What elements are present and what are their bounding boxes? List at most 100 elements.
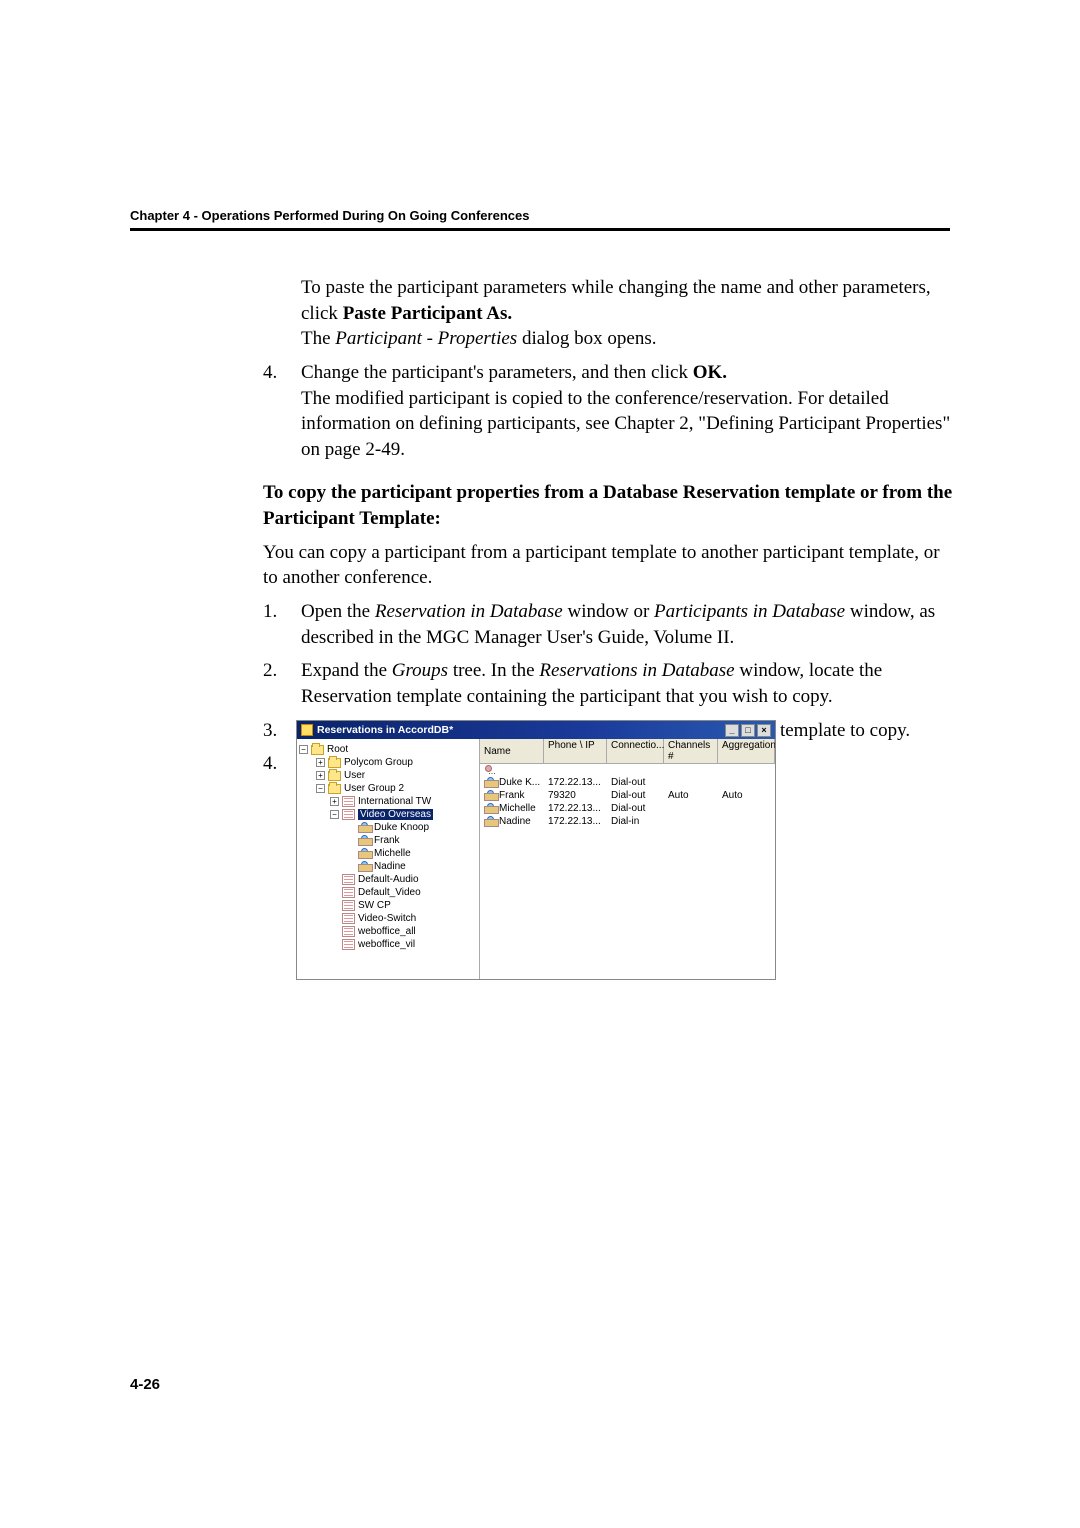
close-button[interactable]: × bbox=[757, 724, 771, 737]
i: Reservations in Database bbox=[539, 660, 734, 681]
col-header-phone[interactable]: Phone \ IP bbox=[544, 739, 607, 763]
cell-phone: 79320 bbox=[544, 790, 607, 801]
tree-user2[interactable]: User Group 2 bbox=[344, 783, 404, 794]
collapse-icon[interactable]: − bbox=[330, 810, 339, 819]
tree-video-switch[interactable]: Video-Switch bbox=[358, 913, 416, 924]
minimize-button[interactable]: _ bbox=[725, 724, 739, 737]
dialog-line-a: The bbox=[301, 328, 335, 349]
cell-phone: 172.22.13... bbox=[544, 816, 607, 827]
expand-icon[interactable]: + bbox=[316, 771, 325, 780]
step-body: Expand the Groups tree. In the Reservati… bbox=[301, 658, 953, 709]
t: window or bbox=[563, 601, 654, 622]
step-num: 1. bbox=[263, 599, 301, 650]
cell-chan: Auto bbox=[664, 790, 718, 801]
step-num: 2. bbox=[263, 658, 301, 709]
table-body: Duke K... 172.22.13... Dial-out Frank 79… bbox=[480, 764, 775, 979]
cell-name: Michelle bbox=[499, 803, 536, 814]
table-header: Name Phone \ IP Connectio... Channels # … bbox=[480, 739, 775, 764]
paste-intro: To paste the participant parameters whil… bbox=[263, 275, 953, 352]
app-body: − Root + Polycom Group + User − User Group 2… bbox=[297, 739, 775, 979]
step4-1: Change the participant's parameters, and… bbox=[301, 362, 693, 383]
col-header-aggregation[interactable]: Aggregation bbox=[718, 739, 775, 763]
dialog-name-italic: Participant - Properties bbox=[335, 328, 517, 349]
cell-name: Nadine bbox=[499, 816, 531, 827]
tree-nadine[interactable]: Nadine bbox=[374, 861, 406, 872]
step-body: Open the Reservation in Database window … bbox=[301, 599, 953, 650]
col-header-channels[interactable]: Channels # bbox=[664, 739, 718, 763]
step-body: Change the participant's parameters, and… bbox=[301, 360, 953, 463]
tree-duke[interactable]: Duke Knoop bbox=[374, 822, 429, 833]
col-header-name[interactable]: Name bbox=[480, 739, 544, 763]
table-pane: Name Phone \ IP Connectio... Channels # … bbox=[480, 739, 775, 979]
person-icon bbox=[358, 848, 371, 859]
tree-frank[interactable]: Frank bbox=[374, 835, 400, 846]
step4-2: The modified participant is copied to th… bbox=[301, 388, 950, 460]
window-controls: _ □ × bbox=[725, 724, 771, 737]
sub-intro: You can copy a participant from a partic… bbox=[263, 540, 953, 591]
tree-intl[interactable]: International TW bbox=[358, 796, 431, 807]
cell-phone: 172.22.13... bbox=[544, 803, 607, 814]
tree-root[interactable]: Root bbox=[327, 744, 348, 755]
table-row[interactable]: Nadine 172.22.13... Dial-in bbox=[480, 815, 775, 828]
table-row[interactable]: Frank 79320 Dial-out Auto Auto bbox=[480, 789, 775, 802]
paste-as-bold: Paste Participant As. bbox=[343, 303, 512, 324]
tree-polycom[interactable]: Polycom Group bbox=[344, 757, 413, 768]
tree-swcp[interactable]: SW CP bbox=[358, 900, 391, 911]
ok-bold: OK. bbox=[693, 362, 727, 383]
cell-name: Duke K... bbox=[499, 777, 540, 788]
reservation-icon bbox=[342, 887, 355, 898]
reservation-icon bbox=[342, 939, 355, 950]
tree-default-audio[interactable]: Default-Audio bbox=[358, 874, 419, 885]
folder-icon bbox=[328, 758, 341, 768]
step-4-first: 4. Change the participant's parameters, … bbox=[263, 360, 953, 463]
table-row[interactable]: Michelle 172.22.13... Dial-out bbox=[480, 802, 775, 815]
tree-default-video[interactable]: Default_Video bbox=[358, 887, 421, 898]
i: Participants in Database bbox=[654, 601, 845, 622]
cell-agg: Auto bbox=[718, 790, 775, 801]
t: Expand the bbox=[301, 660, 392, 681]
folder-icon bbox=[328, 771, 341, 781]
titlebar: Reservations in AccordDB* _ □ × bbox=[297, 721, 775, 739]
app-screenshot: Reservations in AccordDB* _ □ × − Root + P… bbox=[296, 720, 776, 980]
expand-icon[interactable]: + bbox=[316, 758, 325, 767]
person-icon bbox=[484, 803, 497, 814]
person-icon bbox=[358, 861, 371, 872]
content-area: To paste the participant parameters whil… bbox=[263, 275, 953, 783]
col-header-connection[interactable]: Connectio... bbox=[607, 739, 664, 763]
table-row[interactable]: Duke K... 172.22.13... Dial-out bbox=[480, 776, 775, 789]
cell-conn: Dial-out bbox=[607, 777, 664, 788]
folder-icon bbox=[311, 745, 324, 755]
step-1: 1. Open the Reservation in Database wind… bbox=[263, 599, 953, 650]
step-2: 2. Expand the Groups tree. In the Reserv… bbox=[263, 658, 953, 709]
step-num: 4. bbox=[263, 360, 301, 463]
cell-phone: 172.22.13... bbox=[544, 777, 607, 788]
person-icon bbox=[358, 822, 371, 833]
tree-user[interactable]: User bbox=[344, 770, 365, 781]
cell-conn: Dial-out bbox=[607, 790, 664, 801]
table-row-add[interactable] bbox=[480, 764, 775, 776]
i: Reservation in Database bbox=[375, 601, 563, 622]
reservation-icon bbox=[342, 900, 355, 911]
maximize-button[interactable]: □ bbox=[741, 724, 755, 737]
folder-icon bbox=[328, 784, 341, 794]
cell-conn: Dial-in bbox=[607, 816, 664, 827]
tree-michelle[interactable]: Michelle bbox=[374, 848, 411, 859]
tree-weboffice-vil[interactable]: weboffice_vil bbox=[358, 939, 415, 950]
collapse-icon[interactable]: − bbox=[316, 784, 325, 793]
dialog-line-c: dialog box opens. bbox=[517, 328, 656, 349]
person-icon bbox=[358, 835, 371, 846]
tree-video-overseas[interactable]: Video Overseas bbox=[358, 809, 433, 820]
tree-weboffice-all[interactable]: weboffice_all bbox=[358, 926, 416, 937]
subheading: To copy the participant properties from … bbox=[263, 480, 953, 531]
reservation-icon bbox=[342, 913, 355, 924]
reservation-icon bbox=[342, 796, 355, 807]
collapse-icon[interactable]: − bbox=[299, 745, 308, 754]
reservation-icon bbox=[342, 926, 355, 937]
tree-pane[interactable]: − Root + Polycom Group + User − User Group 2… bbox=[297, 739, 480, 979]
window-title: Reservations in AccordDB* bbox=[317, 724, 453, 736]
cell-name: Frank bbox=[499, 790, 525, 801]
app-icon bbox=[301, 724, 313, 736]
page-number: 4-26 bbox=[130, 1376, 160, 1393]
reservation-icon bbox=[342, 874, 355, 885]
expand-icon[interactable]: + bbox=[330, 797, 339, 806]
